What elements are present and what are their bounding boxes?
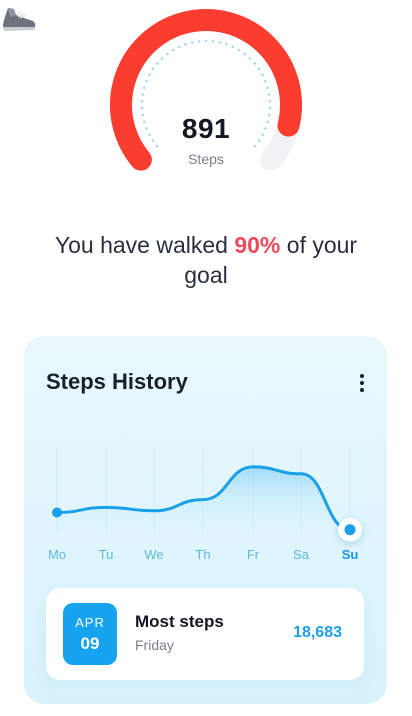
gauge-dot xyxy=(151,67,155,71)
gauge-dot xyxy=(140,99,144,103)
date-badge: APR 09 xyxy=(63,603,117,665)
day-label-fr[interactable]: Fr xyxy=(233,547,273,562)
gauge-dot xyxy=(184,43,187,46)
gauge-dot xyxy=(211,40,215,43)
gauge-dot xyxy=(177,45,181,49)
gauge-dot xyxy=(140,106,144,110)
steps-history-chart xyxy=(52,448,362,542)
gauge-dot xyxy=(268,106,272,110)
gauge-dot xyxy=(268,99,272,103)
day-label-mo[interactable]: Mo xyxy=(37,547,77,562)
chart-start-point xyxy=(52,507,62,518)
most-steps-title: Most steps xyxy=(135,612,224,631)
gauge-dot xyxy=(248,57,252,60)
chart-active-point-dot xyxy=(344,524,356,536)
gauge-dot xyxy=(261,73,264,77)
goal-summary: You have walked 90% of your goal xyxy=(30,230,382,290)
day-label-th[interactable]: Th xyxy=(183,547,223,562)
sneaker-icon xyxy=(3,8,36,31)
gauge-dot xyxy=(171,48,175,52)
gauge-dot xyxy=(257,67,261,71)
day-label-sa[interactable]: Sa xyxy=(281,547,321,562)
gauge-dot xyxy=(160,57,164,60)
date-day: 09 xyxy=(80,634,100,653)
gauge-dot xyxy=(218,41,222,44)
most-steps-weekday: Friday xyxy=(135,637,174,653)
most-steps-card[interactable]: APR 09 Most steps Friday 18,683 xyxy=(46,588,364,680)
gauge-svg xyxy=(110,9,302,171)
step-gauge: 891 Steps xyxy=(0,0,412,215)
day-label-su[interactable]: Su xyxy=(330,547,370,562)
gauge-dot xyxy=(253,144,257,148)
gauge-dot xyxy=(253,62,256,65)
gauge-dot xyxy=(145,79,148,83)
gauge-dot xyxy=(141,93,145,96)
steps-count: 891 xyxy=(181,113,231,144)
steps-history-card: Steps History Mo Tu We Th Fr Sa Su APR 0… xyxy=(24,336,387,704)
gauge-dot xyxy=(267,93,271,96)
gauge-dot xyxy=(190,41,194,44)
gauge-dot xyxy=(225,43,228,46)
gauge-dot xyxy=(143,86,146,89)
steps-label: Steps xyxy=(188,151,224,167)
gauge-dot xyxy=(264,79,267,83)
goal-percent: 90% xyxy=(234,232,281,258)
date-month: APR xyxy=(75,615,105,630)
day-label-we[interactable]: We xyxy=(134,547,174,562)
gauge-dot xyxy=(155,144,159,148)
gauge-dot xyxy=(197,40,201,43)
summary-prefix: You have walked xyxy=(54,232,235,258)
day-label-tu[interactable]: Tu xyxy=(86,547,126,562)
gauge-dot xyxy=(166,52,169,56)
most-steps-value: 18,683 xyxy=(293,624,342,641)
gauge-dot xyxy=(148,73,151,77)
gauge-dot xyxy=(243,52,246,56)
gauge-dot xyxy=(231,45,235,49)
gauge-dot xyxy=(204,39,208,43)
gauge-dot xyxy=(237,48,241,52)
gauge-dot xyxy=(156,62,159,65)
gauge-dot xyxy=(266,86,269,89)
